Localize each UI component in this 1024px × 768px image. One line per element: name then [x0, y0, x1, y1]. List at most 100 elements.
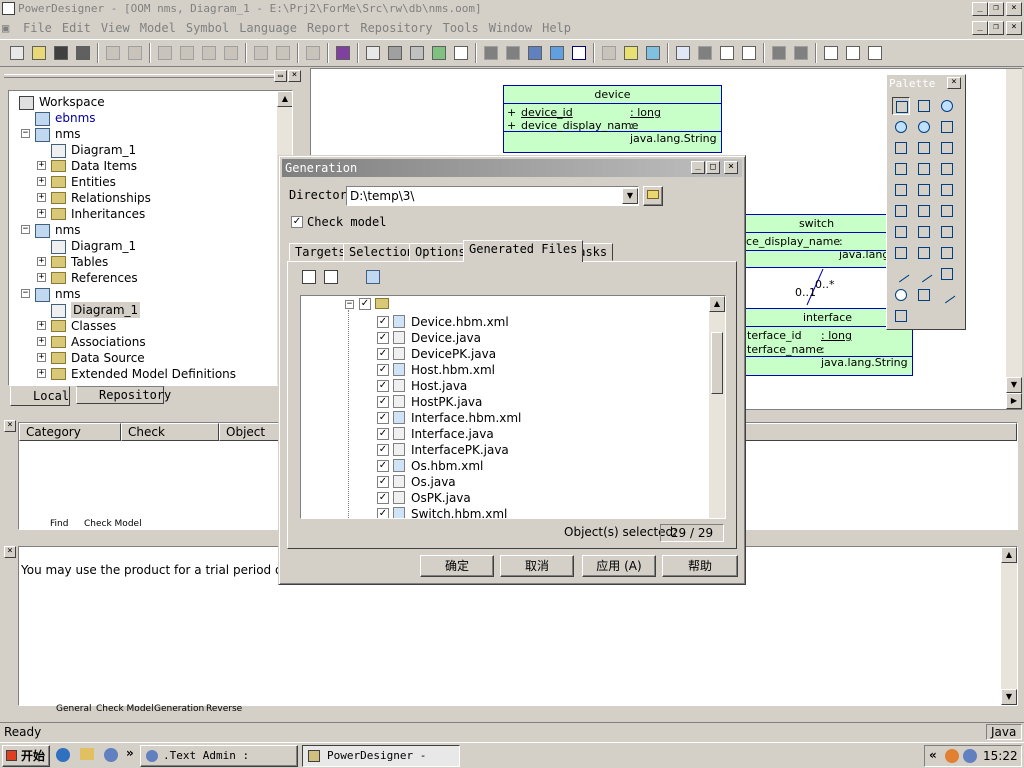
menu-tools[interactable]: Tools — [438, 19, 484, 38]
panel-float-button[interactable]: ▭ — [274, 70, 287, 82]
file-item[interactable]: ✓ Host.java — [301, 378, 701, 394]
ie-icon[interactable] — [56, 748, 70, 762]
tab-repository[interactable]: Repository — [76, 386, 171, 404]
output-scroll-up[interactable]: ▲ — [1001, 547, 1017, 563]
files-scroll-up[interactable]: ▲ — [709, 296, 725, 312]
new-icon[interactable] — [7, 43, 27, 63]
doc-restore-button[interactable]: ❐ — [988, 21, 1004, 35]
file-checkbox[interactable]: ✓ — [377, 460, 389, 472]
pen-icon[interactable] — [525, 43, 545, 63]
print-preview-icon[interactable] — [103, 43, 123, 63]
part-icon[interactable] — [938, 160, 956, 178]
undo-icon[interactable] — [251, 43, 271, 63]
tab-local[interactable]: Local — [10, 386, 70, 406]
class-icon[interactable] — [938, 139, 956, 157]
file-checkbox[interactable]: ✓ — [377, 364, 389, 376]
panel-grip[interactable] — [4, 74, 274, 78]
generalization-icon[interactable] — [892, 181, 910, 199]
menu-window[interactable]: Window — [484, 19, 537, 38]
file-item[interactable]: ✓ HostPK.java — [301, 394, 701, 410]
file-checkbox[interactable]: ✓ — [377, 508, 389, 518]
paint-icon[interactable] — [547, 43, 567, 63]
book-icon[interactable] — [333, 43, 353, 63]
collapse-icon[interactable]: − — [21, 289, 30, 298]
output-tab-reverse[interactable]: Reverse — [206, 704, 242, 714]
tree-scroll-up[interactable]: ▲ — [277, 91, 292, 107]
close-button[interactable]: × — [1006, 2, 1022, 16]
file-item[interactable]: ✓ Device.hbm.xml — [301, 314, 701, 330]
result-close-button[interactable]: × — [4, 420, 16, 432]
file-item[interactable]: ✓ Device.java — [301, 330, 701, 346]
file-item[interactable]: ✓ OsPK.java — [301, 490, 701, 506]
panel-close-button[interactable]: × — [288, 70, 301, 82]
file-checkbox[interactable]: ✓ — [377, 476, 389, 488]
dependency-icon[interactable] — [915, 202, 933, 220]
refresh-icon[interactable] — [429, 43, 449, 63]
dialog-minimize-button[interactable]: _ — [691, 161, 705, 174]
file-checkbox[interactable]: ✓ — [377, 380, 389, 392]
expand-icon[interactable]: + — [37, 209, 46, 218]
menu-symbol[interactable]: Symbol — [181, 19, 234, 38]
result-tab-check-model[interactable]: Check Model — [84, 519, 142, 529]
taskbar-item-text-admin[interactable]: .Text Admin : Editi... — [140, 745, 298, 767]
list-icon[interactable] — [385, 43, 405, 63]
composition-icon[interactable] — [892, 202, 910, 220]
file-checkbox[interactable]: ✓ — [377, 492, 389, 504]
tree-item[interactable]: + Extended Model Definitions — [9, 366, 274, 382]
fill-icon[interactable] — [503, 43, 523, 63]
quicklaunch-icon[interactable] — [104, 748, 118, 762]
delete-icon[interactable] — [892, 139, 910, 157]
col-object[interactable]: Object — [219, 423, 281, 441]
save-icon[interactable] — [51, 43, 71, 63]
file-item[interactable]: ✓ DevicePK.java — [301, 346, 701, 362]
line-icon[interactable] — [892, 265, 910, 283]
edit-icon[interactable] — [363, 43, 383, 63]
expand-icon[interactable] — [366, 270, 380, 284]
left-arrow-icon[interactable] — [621, 43, 641, 63]
interface-icon[interactable] — [892, 160, 910, 178]
open-icon[interactable] — [29, 43, 49, 63]
rectangle-icon[interactable] — [938, 265, 956, 283]
tree-item[interactable]: + Tables — [9, 254, 274, 270]
generate-icon[interactable] — [407, 43, 427, 63]
output-scrollbar[interactable] — [1001, 547, 1017, 705]
director-dropdown[interactable]: ▼ — [622, 188, 638, 204]
director-combo[interactable]: D:\temp\3\ ▼ — [346, 186, 639, 206]
tree-item[interactable]: + Entities — [9, 174, 274, 190]
check-icon[interactable] — [451, 43, 471, 63]
properties-icon[interactable] — [938, 118, 956, 136]
link-icon[interactable] — [892, 244, 910, 262]
symbol-icon[interactable] — [481, 43, 501, 63]
tree-item[interactable]: + Associations — [9, 334, 274, 350]
files-scroll-thumb[interactable] — [711, 332, 723, 394]
canvas-scroll-right[interactable]: ▶ — [1006, 393, 1022, 409]
canvas-scrollbar-v[interactable] — [1006, 69, 1022, 393]
tree-item[interactable]: Diagram_1 — [9, 302, 274, 318]
tree-item[interactable]: − nms — [9, 286, 274, 302]
file-item[interactable]: ✓ InterfacePK.java — [301, 442, 701, 458]
check-model-checkbox[interactable]: ✓ — [291, 216, 303, 228]
tree-item[interactable]: + Inheritances — [9, 206, 274, 222]
file-item[interactable]: ✓ Interface.hbm.xml — [301, 410, 701, 426]
image-icon[interactable] — [599, 43, 619, 63]
split-icon[interactable] — [739, 43, 759, 63]
restore-button[interactable]: ❐ — [988, 2, 1004, 16]
ok-button[interactable]: 确定 — [420, 555, 494, 577]
file-item[interactable]: ✓ Switch.hbm.xml — [301, 506, 701, 518]
file-checkbox[interactable]: ✓ — [377, 444, 389, 456]
right-arrow-icon[interactable] — [643, 43, 663, 63]
file-checkbox[interactable]: ✓ — [377, 428, 389, 440]
collapse-icon[interactable]: − — [21, 225, 30, 234]
file-item[interactable]: ✓ Host.hbm.xml — [301, 362, 701, 378]
file-item[interactable]: ✓ Interface.java — [301, 426, 701, 442]
quicklaunch-chevron[interactable]: » — [126, 746, 134, 760]
check-all-icon[interactable] — [302, 270, 316, 284]
expand-icon[interactable]: + — [37, 193, 46, 202]
zoom-out-icon[interactable] — [892, 118, 910, 136]
menu-view[interactable]: View — [96, 19, 135, 38]
output-icon[interactable] — [843, 43, 863, 63]
expand-icon[interactable]: + — [37, 369, 46, 378]
title-icon[interactable] — [915, 244, 933, 262]
tray-network-icon[interactable] — [963, 749, 977, 763]
window-icon[interactable] — [717, 43, 737, 63]
